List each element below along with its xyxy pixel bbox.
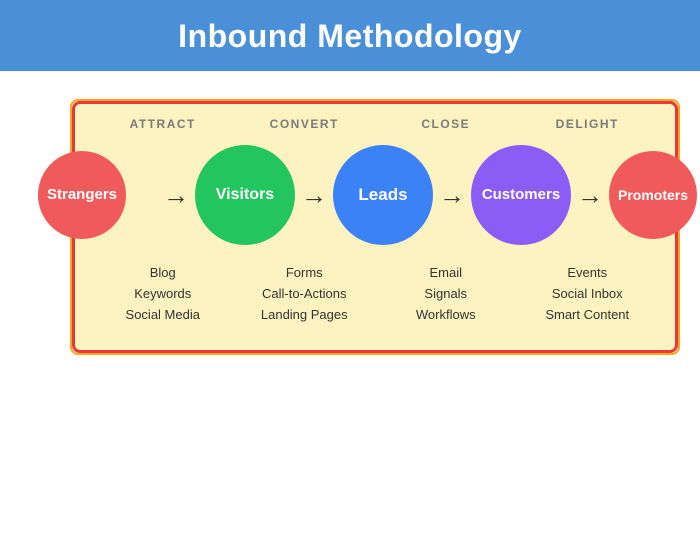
phase-labels: ATTRACT CONVERT CLOSE DELIGHT <box>82 111 668 131</box>
arrow-4: → <box>577 180 603 211</box>
circles-row: Strangers → Visitors → Leads → Customers… <box>82 135 668 255</box>
items-attract: Blog Keywords Social Media <box>92 263 234 325</box>
delight-item-3: Smart Content <box>545 307 629 322</box>
page-title: Inbound Methodology <box>0 18 700 55</box>
items-delight: Events Social Inbox Smart Content <box>517 263 659 325</box>
close-item-2: Signals <box>424 286 467 301</box>
phase-delight: DELIGHT <box>517 117 659 131</box>
circle-customers: Customers <box>471 145 571 245</box>
circle-promoters: Promoters <box>609 151 697 239</box>
delight-item-1: Events <box>567 265 607 280</box>
main-content: ATTRACT CONVERT CLOSE DELIGHT Strangers … <box>0 71 700 375</box>
close-item-3: Workflows <box>416 307 476 322</box>
attract-item-3: Social Media <box>126 307 200 322</box>
yellow-box: ATTRACT CONVERT CLOSE DELIGHT Strangers … <box>70 99 680 355</box>
header: Inbound Methodology <box>0 0 700 71</box>
items-close: Email Signals Workflows <box>375 263 517 325</box>
attract-item-1: Blog <box>150 265 176 280</box>
attract-item-2: Keywords <box>134 286 191 301</box>
circle-strangers: Strangers <box>38 151 126 239</box>
phase-attract: ATTRACT <box>92 117 234 131</box>
arrow-3: → <box>439 180 465 211</box>
delight-item-2: Social Inbox <box>552 286 623 301</box>
circle-leads: Leads <box>333 145 433 245</box>
close-item-1: Email <box>429 265 462 280</box>
convert-item-3: Landing Pages <box>261 307 348 322</box>
phase-close: CLOSE <box>375 117 517 131</box>
convert-item-2: Call-to-Actions <box>262 286 347 301</box>
items-convert: Forms Call-to-Actions Landing Pages <box>234 263 376 325</box>
arrow-2: → <box>301 180 327 211</box>
items-row: Blog Keywords Social Media Forms Call-to… <box>82 263 668 325</box>
arrow-1: → <box>163 180 189 211</box>
phase-convert: CONVERT <box>234 117 376 131</box>
convert-item-1: Forms <box>286 265 323 280</box>
diagram-wrapper: ATTRACT CONVERT CLOSE DELIGHT Strangers … <box>20 99 680 355</box>
circle-visitors: Visitors <box>195 145 295 245</box>
